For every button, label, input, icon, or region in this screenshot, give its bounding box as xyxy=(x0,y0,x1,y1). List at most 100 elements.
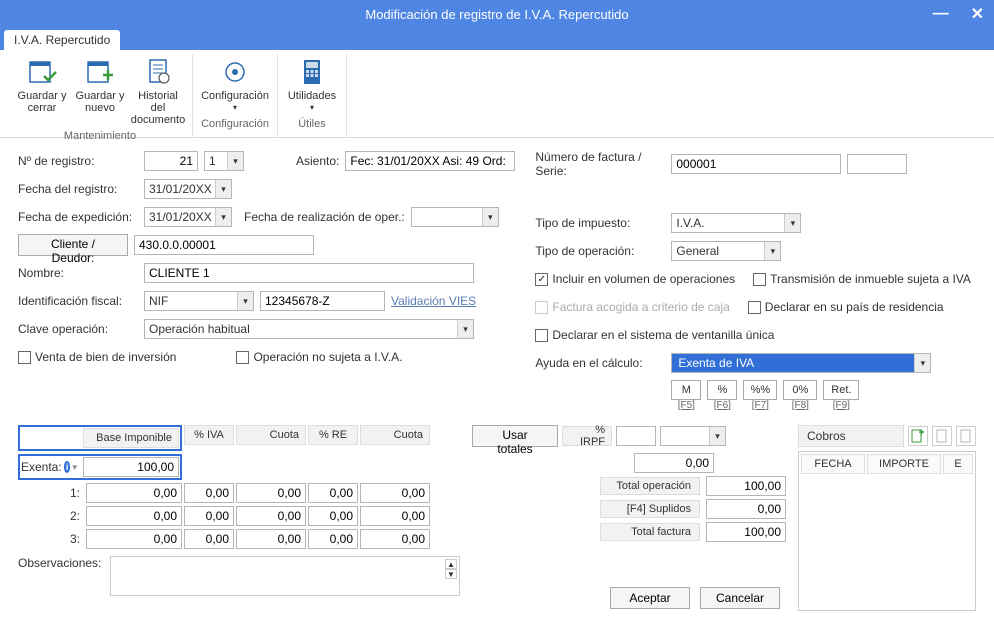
declarar-pais-checkbox[interactable]: Declarar en su país de residencia xyxy=(748,300,944,314)
table-row: 1: xyxy=(18,483,460,503)
cuota2-input[interactable] xyxy=(360,483,430,503)
pre-input[interactable] xyxy=(308,506,358,526)
pirpf-input[interactable] xyxy=(616,426,656,446)
nregistro-aux-combo[interactable]: 1▾ xyxy=(204,151,244,171)
hdr-irpf: % IRPF xyxy=(562,426,612,446)
suplidos-value[interactable] xyxy=(706,499,786,519)
cliente-deudor-input[interactable] xyxy=(134,235,314,255)
helper-0pct-button[interactable]: 0% xyxy=(783,380,817,400)
usar-totales-button[interactable]: Usar totales xyxy=(472,425,558,447)
piva-input[interactable] xyxy=(184,529,234,549)
fecha-registro-combo[interactable]: 31/01/20XX▾ xyxy=(144,179,232,199)
cobros-table: FECHA IMPORTE E xyxy=(798,451,976,611)
close-button[interactable]: ✕ xyxy=(965,4,990,24)
base-input[interactable] xyxy=(86,506,182,526)
declarar-ventanilla-checkbox[interactable]: Declarar en el sistema de ventanilla úni… xyxy=(535,328,774,342)
idfiscal-input[interactable] xyxy=(260,291,385,311)
clave-op-label: Clave operación: xyxy=(18,322,138,336)
ribbon-label-mantenimiento: Mantenimiento xyxy=(64,128,136,146)
guardar-nuevo-button[interactable]: Guardar y nuevo xyxy=(72,54,128,128)
ribbon-label-utiles: Útiles xyxy=(298,116,326,134)
op-no-sujeta-checkbox[interactable]: Operación no sujeta a I.V.A. xyxy=(236,350,402,364)
base-input[interactable] xyxy=(86,483,182,503)
obs-up-button[interactable]: ▲ xyxy=(445,559,457,569)
observaciones-label: Observaciones: xyxy=(18,556,104,570)
cuota2-input[interactable] xyxy=(360,506,430,526)
asiento-input[interactable] xyxy=(345,151,515,171)
table-row: 2: xyxy=(18,506,460,526)
hdr-base: Base Imponible xyxy=(83,428,179,448)
validacion-vies-link[interactable]: Validación VIES xyxy=(391,294,476,308)
idfiscal-label: Identificación fiscal: xyxy=(18,294,138,308)
idfiscal-tipo-combo[interactable]: NIF▾ xyxy=(144,291,254,311)
cuota2-input[interactable] xyxy=(360,529,430,549)
tipo-impuesto-combo[interactable]: I.V.A.▾ xyxy=(671,213,801,233)
asiento-label: Asiento: xyxy=(296,154,339,168)
guardar-cerrar-button[interactable]: Guardar y cerrar xyxy=(14,54,70,128)
fecha-oper-combo[interactable]: ▾ xyxy=(411,207,499,227)
helper-m-button[interactable]: M xyxy=(671,380,701,400)
exenta-label: Exenta: xyxy=(21,460,62,474)
cobros-delete-button[interactable] xyxy=(956,426,976,446)
nregistro-label: Nº de registro: xyxy=(18,154,138,168)
document-icon xyxy=(935,429,949,443)
piva-input[interactable] xyxy=(184,506,234,526)
aceptar-button[interactable]: Aceptar xyxy=(610,587,690,609)
cancelar-button[interactable]: Cancelar xyxy=(700,587,780,609)
tabstrip: I.V.A. Repercutido xyxy=(0,28,994,50)
hdr-cuota2: Cuota xyxy=(360,425,430,445)
configuracion-button[interactable]: Configuración ▾ xyxy=(199,54,271,116)
cuota1-input[interactable] xyxy=(236,529,306,549)
ribbon: Guardar y cerrar Guardar y nuevo Histori… xyxy=(0,50,994,138)
base-input[interactable] xyxy=(86,529,182,549)
tipo-operacion-combo[interactable]: General▾ xyxy=(671,241,781,261)
hdr-pre: % RE xyxy=(308,425,358,445)
fecha-oper-label: Fecha de realización de oper.: xyxy=(244,210,405,224)
numfactura-input[interactable] xyxy=(671,154,841,174)
save-new-icon xyxy=(84,56,116,88)
pre-input[interactable] xyxy=(308,483,358,503)
pre-input[interactable] xyxy=(308,529,358,549)
titlebar: Modificación de registro de I.V.A. Reper… xyxy=(0,0,994,28)
info-icon: i xyxy=(64,461,71,473)
ayuda-calculo-label: Ayuda en el cálculo: xyxy=(535,356,665,370)
utilidades-button[interactable]: Utilidades ▾ xyxy=(284,54,340,116)
tab-iva-repercutido[interactable]: I.V.A. Repercutido xyxy=(4,30,120,50)
fecha-exped-combo[interactable]: 31/01/20XX▾ xyxy=(144,207,232,227)
window-title: Modificación de registro de I.V.A. Reper… xyxy=(365,7,628,22)
incluir-volumen-checkbox[interactable]: ✓Incluir en volumen de operaciones xyxy=(535,272,735,286)
total-op-value xyxy=(706,476,786,496)
retencion-combo[interactable]: ▾ xyxy=(660,426,726,446)
cobros-edit-button[interactable] xyxy=(932,426,952,446)
helper-ret-button[interactable]: Ret. xyxy=(823,380,859,400)
minimize-button[interactable]: — xyxy=(927,5,955,23)
document-plus-icon xyxy=(911,429,925,443)
ribbon-group-configuracion: Configuración ▾ Configuración xyxy=(193,54,278,137)
document-x-icon xyxy=(959,429,973,443)
cuota1-input[interactable] xyxy=(236,483,306,503)
cobros-add-button[interactable] xyxy=(908,426,928,446)
helper-pctpct-button[interactable]: %% xyxy=(743,380,777,400)
cuota1-input[interactable] xyxy=(236,506,306,526)
serie-input[interactable] xyxy=(847,154,907,174)
tipo-operacion-label: Tipo de operación: xyxy=(535,244,665,258)
chevron-down-icon[interactable]: ▾ xyxy=(72,462,77,473)
ribbon-group-mantenimiento: Guardar y cerrar Guardar y nuevo Histori… xyxy=(8,54,193,137)
fecha-exped-label: Fecha de expedición: xyxy=(18,210,138,224)
ayuda-calculo-combo[interactable]: Exenta de IVA▾ xyxy=(671,353,931,373)
observaciones-input[interactable]: ▲ ▼ xyxy=(110,556,460,596)
transmision-inmueble-checkbox[interactable]: Transmisión de inmueble sujeta a IVA xyxy=(753,272,971,286)
cobros-col-e: E xyxy=(943,454,973,474)
obs-down-button[interactable]: ▼ xyxy=(445,569,457,579)
piva-input[interactable] xyxy=(184,483,234,503)
nregistro-input[interactable] xyxy=(144,151,198,171)
nombre-input[interactable] xyxy=(144,263,474,283)
table-row: 3: xyxy=(18,529,460,549)
cliente-deudor-button[interactable]: Cliente / Deudor: xyxy=(18,234,128,256)
exenta-input[interactable] xyxy=(83,457,179,477)
historial-button[interactable]: Historial del documento xyxy=(130,54,186,128)
venta-bien-checkbox[interactable]: Venta de bien de inversión xyxy=(18,350,176,364)
helper-pct-button[interactable]: % xyxy=(707,380,737,400)
clave-op-combo[interactable]: Operación habitual▾ xyxy=(144,319,474,339)
cobros-label: Cobros xyxy=(798,425,904,447)
